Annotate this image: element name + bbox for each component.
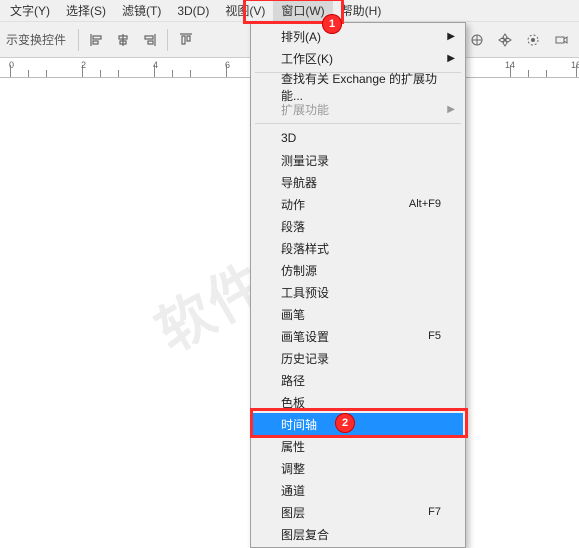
menu-item-channels[interactable]: 通道 bbox=[253, 479, 463, 501]
menu-item-navigator[interactable]: 导航器 bbox=[253, 171, 463, 193]
menu-item-brush-settings[interactable]: 画笔设置F5 bbox=[253, 325, 463, 347]
menu-item-clone-source[interactable]: 仿制源 bbox=[253, 259, 463, 281]
transform-controls-label: 示变换控件 bbox=[6, 31, 66, 48]
menu-item-extensions: 扩展功能▶ bbox=[253, 98, 463, 120]
annotation-badge-1: 1 bbox=[322, 14, 342, 34]
menu-item-paragraph[interactable]: 段落 bbox=[253, 215, 463, 237]
menubar: 文字(Y) 选择(S) 滤镜(T) 3D(D) 视图(V) 窗口(W) 帮助(H… bbox=[0, 0, 579, 22]
shortcut-label: F5 bbox=[428, 330, 441, 342]
menu-separator bbox=[255, 123, 461, 124]
menu-item-timeline[interactable]: 时间轴 bbox=[253, 413, 463, 435]
menu-item-workspace[interactable]: 工作区(K)▶ bbox=[253, 47, 463, 69]
align-left-icon[interactable] bbox=[85, 28, 109, 52]
window-menu-dropdown: 排列(A)▶ 工作区(K)▶ 查找有关 Exchange 的扩展功能... 扩展… bbox=[250, 22, 466, 548]
menu-view[interactable]: 视图(V) bbox=[217, 0, 273, 21]
menu-item-paths[interactable]: 路径 bbox=[253, 369, 463, 391]
submenu-arrow-icon: ▶ bbox=[447, 31, 455, 42]
submenu-arrow-icon: ▶ bbox=[447, 53, 455, 64]
menu-item-adjustments[interactable]: 调整 bbox=[253, 457, 463, 479]
3d-mode-icon[interactable] bbox=[465, 28, 489, 52]
separator bbox=[167, 29, 168, 51]
menu-item-layers[interactable]: 图层F7 bbox=[253, 501, 463, 523]
menu-item-properties[interactable]: 属性 bbox=[253, 435, 463, 457]
submenu-arrow-icon: ▶ bbox=[447, 104, 455, 115]
menu-item-actions[interactable]: 动作Alt+F9 bbox=[253, 193, 463, 215]
3d-pan-icon[interactable] bbox=[521, 28, 545, 52]
shortcut-label: Alt+F9 bbox=[409, 198, 441, 210]
menu-item-tool-presets[interactable]: 工具预设 bbox=[253, 281, 463, 303]
3d-orbit-icon[interactable] bbox=[493, 28, 517, 52]
menu-item-swatches[interactable]: 色板 bbox=[253, 391, 463, 413]
menu-item-3d[interactable]: 3D bbox=[253, 127, 463, 149]
menu-item-arrange[interactable]: 排列(A)▶ bbox=[253, 25, 463, 47]
menu-item-history[interactable]: 历史记录 bbox=[253, 347, 463, 369]
menu-text[interactable]: 文字(Y) bbox=[2, 0, 58, 21]
3d-camera-icon[interactable] bbox=[549, 28, 573, 52]
align-top-icon[interactable] bbox=[174, 28, 198, 52]
menu-item-brushes[interactable]: 画笔 bbox=[253, 303, 463, 325]
menu-item-measurement[interactable]: 测量记录 bbox=[253, 149, 463, 171]
menu-filter[interactable]: 滤镜(T) bbox=[114, 0, 169, 21]
menu-item-paragraph-styles[interactable]: 段落样式 bbox=[253, 237, 463, 259]
menu-item-exchange[interactable]: 查找有关 Exchange 的扩展功能... bbox=[253, 76, 463, 98]
separator bbox=[78, 29, 79, 51]
menu-item-layer-comps[interactable]: 图层复合 bbox=[253, 523, 463, 545]
align-right-icon[interactable] bbox=[137, 28, 161, 52]
shortcut-label: F7 bbox=[428, 506, 441, 518]
menu-3d[interactable]: 3D(D) bbox=[169, 2, 217, 20]
menu-help[interactable]: 帮助(H) bbox=[333, 0, 390, 21]
menu-select[interactable]: 选择(S) bbox=[58, 0, 114, 21]
annotation-badge-2: 2 bbox=[335, 413, 355, 433]
align-center-h-icon[interactable] bbox=[111, 28, 135, 52]
